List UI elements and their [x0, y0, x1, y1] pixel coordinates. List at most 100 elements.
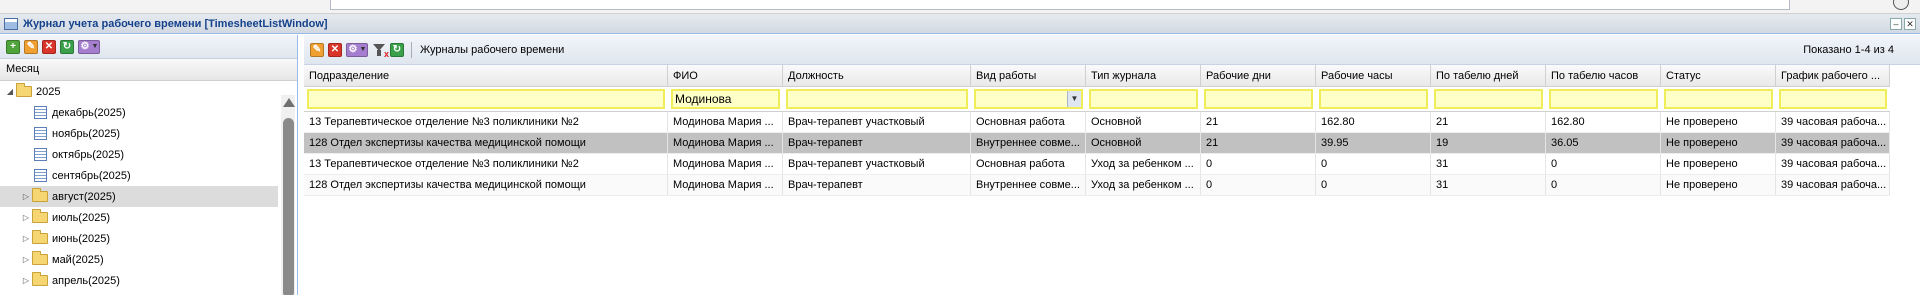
filter-input-timesheet-days[interactable] [1434, 89, 1543, 109]
document-icon [34, 127, 47, 140]
column-header[interactable]: Тип журнала [1086, 65, 1201, 86]
table-cell: Основной [1086, 133, 1201, 153]
filter-input-work-hours[interactable] [1319, 89, 1428, 109]
table-cell: Модинова Мария ... [668, 175, 783, 195]
table-cell: 21 [1201, 112, 1316, 132]
expand-arrow-icon[interactable]: ▷ [20, 234, 32, 243]
tree-node-label: июнь(2025) [52, 232, 110, 245]
table-cell: 128 Отдел экспертизы качества медицинско… [304, 175, 668, 195]
window-title: Журнал учета рабочего времени [Timesheet… [23, 17, 328, 30]
column-header[interactable]: Подразделение [304, 65, 668, 86]
tree-node-month[interactable]: ▷ апрель(2025) [0, 270, 278, 291]
tree-node-year[interactable]: ◢ 2025 [0, 81, 278, 102]
tree-node-month[interactable]: ноябрь(2025) [0, 123, 278, 144]
folder-icon [32, 251, 48, 265]
table-row-selected[interactable]: 128 Отдел экспертизы качества медицинско… [304, 133, 1890, 154]
column-header[interactable]: ФИО [668, 65, 783, 86]
table-cell: Уход за ребенком ... [1086, 175, 1201, 195]
table-cell: 0 [1546, 154, 1661, 174]
tree-node-month[interactable]: ▷ май(2025) [0, 249, 278, 270]
timesheet-grid: Подразделение ФИО Должность Вид работы Т… [304, 65, 1890, 196]
table-cell: 19 [1431, 133, 1546, 153]
month-tree-panel: + ✎ ✕ ↻ ⚙ ▼ Месяц ◢ 2025 декабрь(2025) но… [0, 35, 298, 295]
minimize-button[interactable]: – [1890, 18, 1902, 30]
column-header[interactable]: По табелю дней [1431, 65, 1546, 86]
column-header[interactable]: График рабочего ... [1776, 65, 1890, 86]
delete-icon[interactable]: ✕ [328, 42, 342, 57]
tree-node-label: декабрь(2025) [52, 106, 126, 119]
expand-arrow-icon[interactable]: ▷ [20, 276, 32, 285]
clear-filter-icon[interactable]: x [372, 43, 389, 59]
filter-input-timesheet-hours[interactable] [1549, 89, 1658, 109]
filter-select-work-type[interactable]: ▼ [974, 89, 1083, 109]
tree-node-month[interactable]: ▷ июнь(2025) [0, 228, 278, 249]
table-cell: 31 [1431, 154, 1546, 174]
tree-node-month[interactable]: октябрь(2025) [0, 144, 278, 165]
scroll-up-arrow-icon[interactable] [283, 98, 295, 107]
table-row[interactable]: 128 Отдел экспертизы качества медицинско… [304, 175, 1890, 196]
tree-node-month[interactable]: ▷ июль(2025) [0, 207, 278, 228]
settings-dropdown-icon[interactable]: ⚙ ▼ [78, 39, 100, 54]
filter-input-status[interactable] [1664, 89, 1773, 109]
filter-input-department[interactable] [307, 89, 665, 109]
delete-icon[interactable]: ✕ [42, 39, 56, 54]
tree-node-label: июль(2025) [52, 211, 111, 224]
table-cell: 39 часовая рабоча... [1776, 175, 1890, 195]
column-header[interactable]: Рабочие дни [1201, 65, 1316, 86]
document-icon [34, 169, 47, 182]
corner-button[interactable] [1893, 0, 1909, 10]
edit-icon[interactable]: ✎ [24, 39, 38, 54]
filter-input-schedule[interactable] [1779, 89, 1887, 109]
filter-input-position[interactable] [786, 89, 968, 109]
document-icon [34, 106, 47, 119]
refresh-icon[interactable]: ↻ [60, 39, 74, 54]
expand-arrow-icon[interactable]: ▷ [20, 255, 32, 264]
tree-scroll-thumb[interactable] [283, 118, 294, 295]
column-header[interactable]: Статус [1661, 65, 1776, 86]
table-row[interactable]: 13 Терапевтическое отделение №3 поликлин… [304, 112, 1890, 133]
table-cell: Внутреннее совме... [971, 175, 1086, 195]
table-cell: 21 [1431, 112, 1546, 132]
filter-input-name[interactable]: Модинова [671, 89, 780, 109]
column-header[interactable]: По табелю часов [1546, 65, 1661, 86]
filter-input-journal-type[interactable] [1089, 89, 1198, 109]
tree-node-month[interactable]: сентябрь(2025) [0, 165, 278, 186]
chevron-down-icon[interactable]: ▼ [1067, 91, 1081, 107]
table-cell: 31 [1431, 175, 1546, 195]
close-button[interactable]: ✕ [1904, 18, 1916, 30]
tree-node-label: август(2025) [52, 190, 116, 203]
filter-input-work-days[interactable] [1204, 89, 1313, 109]
table-cell: 36.05 [1546, 133, 1661, 153]
tree-node-label: май(2025) [52, 253, 104, 266]
top-strip [0, 0, 1920, 14]
grid-filter-row: Модинова ▼ [304, 87, 1890, 112]
add-icon[interactable]: + [6, 39, 20, 54]
table-cell: 0 [1316, 175, 1431, 195]
table-cell: 39 часовая рабоча... [1776, 133, 1890, 153]
grid-toolbar: ✎ ✕ ⚙ ▼ x ↻ Журналы рабочего времени Пока… [304, 35, 1920, 65]
column-header[interactable]: Вид работы [971, 65, 1086, 86]
column-header[interactable]: Рабочие часы [1316, 65, 1431, 86]
table-row[interactable]: 13 Терапевтическое отделение №3 поликлин… [304, 154, 1890, 175]
table-cell: 13 Терапевтическое отделение №3 поликлин… [304, 112, 668, 132]
tree-node-label: сентябрь(2025) [52, 169, 131, 182]
refresh-icon[interactable]: ↻ [390, 42, 404, 57]
edit-icon[interactable]: ✎ [310, 42, 324, 57]
table-cell: Внутреннее совме... [971, 133, 1086, 153]
table-cell: Не проверено [1661, 112, 1776, 132]
settings-dropdown-icon[interactable]: ⚙ ▼ [346, 42, 368, 57]
table-cell: Не проверено [1661, 175, 1776, 195]
folder-icon [32, 230, 48, 244]
month-tree: ◢ 2025 декабрь(2025) ноябрь(2025) октябр… [0, 81, 297, 291]
expand-arrow-icon[interactable]: ▷ [20, 192, 32, 201]
month-column-header[interactable]: Месяц [0, 59, 297, 81]
toolbar-separator [411, 41, 412, 58]
partial-input [330, 0, 1790, 10]
tree-node-month[interactable]: декабрь(2025) [0, 102, 278, 123]
left-toolbar: + ✎ ✕ ↻ ⚙ ▼ [0, 35, 297, 59]
tree-node-month-selected[interactable]: ▷ август(2025) [0, 186, 278, 207]
expand-arrow-icon[interactable]: ▷ [20, 213, 32, 222]
grid-header-row: Подразделение ФИО Должность Вид работы Т… [304, 65, 1890, 87]
column-header[interactable]: Должность [783, 65, 971, 86]
collapse-arrow-icon[interactable]: ◢ [4, 87, 16, 96]
